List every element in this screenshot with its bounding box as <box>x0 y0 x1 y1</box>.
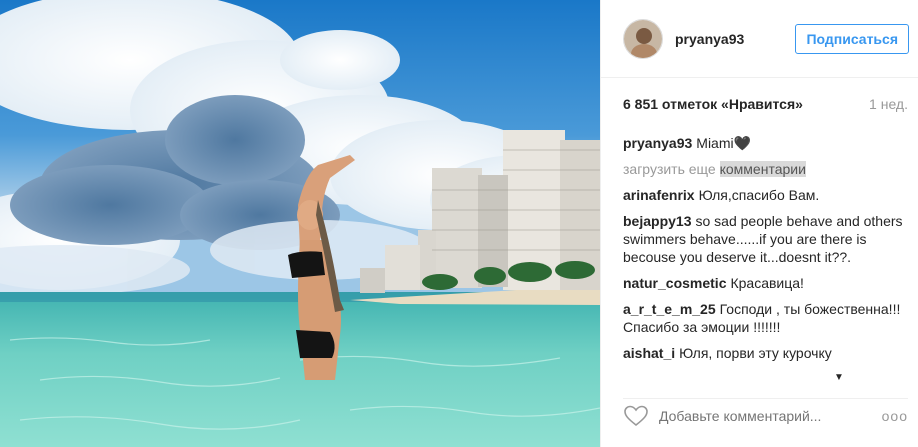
caption-username[interactable]: pryanya93 <box>623 135 692 151</box>
post-viewer: pryanya93 Подписаться 6 851 отметок «Нра… <box>0 0 918 447</box>
comment-item: arinafenrix Юля,спасибо Вам. <box>623 186 904 204</box>
post-photo[interactable] <box>0 0 600 447</box>
comment-text: Юля,спасибо Вам. <box>698 187 820 203</box>
likes-count[interactable]: 6 851 отметок «Нравится» <box>623 96 803 116</box>
heart-outline-icon[interactable] <box>623 404 649 428</box>
avatar-image <box>624 19 662 58</box>
comments-list[interactable]: pryanya93 Miami🖤 загрузить еще комментари… <box>623 134 904 378</box>
comment-username[interactable]: natur_cosmetic <box>623 275 726 291</box>
comment-item: aishat_i Юля, порви эту курочку <box>623 344 904 362</box>
comment-item: bejappy13 so sad people behave and others… <box>623 212 904 266</box>
author-username[interactable]: pryanya93 <box>675 31 744 47</box>
comment-text: Юля, порви эту курочку <box>679 345 832 361</box>
caption-text: Miami🖤 <box>696 135 752 151</box>
comment-item: a_r_t_e_m_25 Господи , ты божественна!!! … <box>623 300 904 336</box>
comment-text: Красавица! <box>730 275 804 291</box>
post-header: pryanya93 Подписаться <box>601 0 918 78</box>
caption: pryanya93 Miami🖤 <box>623 134 904 152</box>
load-more-highlight: комментарии <box>719 161 806 177</box>
scroll-down-arrow-icon[interactable]: ▼ <box>834 372 844 383</box>
load-more-comments-link[interactable]: загрузить еще комментарии <box>623 160 904 178</box>
follow-button[interactable]: Подписаться <box>795 24 909 54</box>
comment-item: natur_cosmetic Красавица! <box>623 274 904 292</box>
likes-row: 6 851 отметок «Нравится» 1 нед. <box>623 96 908 116</box>
avatar[interactable] <box>623 18 663 59</box>
add-comment-input[interactable] <box>659 407 882 424</box>
post-timestamp[interactable]: 1 нед. <box>869 96 908 116</box>
comment-username[interactable]: aishat_i <box>623 345 675 361</box>
add-comment-row: ooo <box>623 398 908 432</box>
beach-photo-image <box>0 0 600 447</box>
comment-username[interactable]: a_r_t_e_m_25 <box>623 301 716 317</box>
comment-username[interactable]: arinafenrix <box>623 187 695 203</box>
load-more-prefix: загрузить еще <box>623 161 720 177</box>
more-options-icon[interactable]: ooo <box>882 408 908 424</box>
post-side-panel: pryanya93 Подписаться 6 851 отметок «Нра… <box>600 0 918 447</box>
comment-username[interactable]: bejappy13 <box>623 213 691 229</box>
